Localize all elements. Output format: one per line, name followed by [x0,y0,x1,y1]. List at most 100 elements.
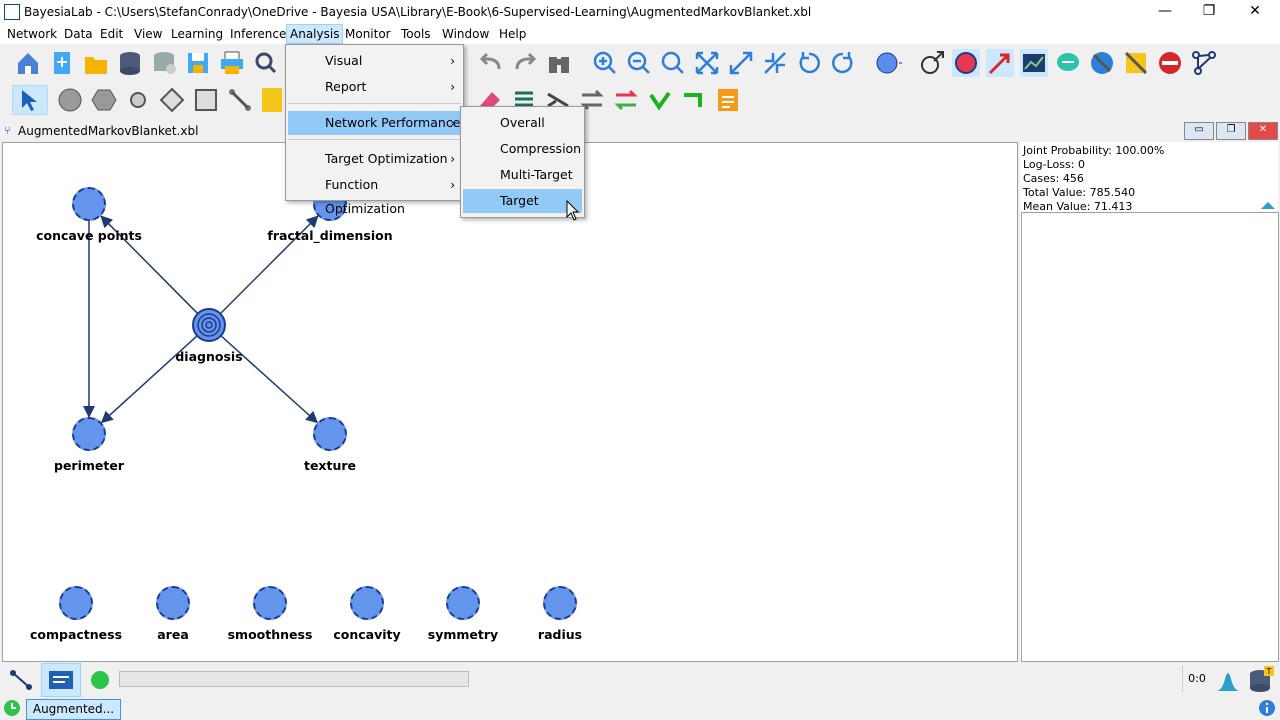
submenu-item-compression[interactable]: Compression [463,137,582,161]
restore-button[interactable]: ❐ [1186,0,1232,24]
node-area[interactable] [156,586,190,620]
binoculars-icon[interactable] [545,49,573,77]
collapse-up-icon[interactable] [1260,200,1276,210]
node-info-arrow-icon[interactable] [918,49,946,77]
monitor-mode-button[interactable] [41,663,81,697]
doc-restore-button[interactable]: ❐ [1216,122,1246,140]
doc-close-button[interactable]: ✕ [1248,122,1278,140]
menu-tools[interactable]: Tools [401,27,431,41]
menu-learning[interactable]: Learning [171,27,223,41]
doc-minimize-button[interactable]: ▭ [1184,122,1214,140]
node-concavity[interactable] [350,586,384,620]
magnifier-dropdown-icon[interactable] [252,49,280,77]
note-tool-icon[interactable] [260,86,282,114]
info-icon[interactable] [1258,699,1276,717]
menu-data[interactable]: Data [64,27,93,41]
diamond-node-icon[interactable] [158,86,186,114]
zoom-in-icon[interactable] [591,49,619,77]
circle-node-icon[interactable] [56,86,84,114]
zoom-out-icon[interactable] [625,49,653,77]
open-folder-icon[interactable] [82,49,110,77]
node-label-compactness: compactness [29,627,123,642]
target-rings-icon [197,313,221,337]
home-icon[interactable] [14,49,42,77]
small-circle-node-icon[interactable] [124,86,152,114]
menu-item-visual[interactable]: Visual › [288,49,461,73]
graph-canvas[interactable]: concave points fractal_dimension diagnosis… [2,142,1018,662]
corner-arc-icon[interactable] [680,86,708,114]
node-perimeter[interactable] [72,417,106,451]
menu-view[interactable]: View [134,27,162,41]
comment-icon[interactable] [1054,49,1082,77]
fit-to-window-icon[interactable] [693,49,721,77]
contract-icon[interactable] [761,49,789,77]
node-diagnosis[interactable] [192,308,226,342]
menu-analysis[interactable]: Analysis [286,24,344,44]
menu-separator [288,103,461,104]
distribution-icon[interactable] [1214,666,1242,692]
square-node-icon[interactable] [192,86,220,114]
menu-edit[interactable]: Edit [100,27,123,41]
title-bar: BayesiaLab - C:\Users\StefanConradу\OneD… [0,0,1280,24]
submenu-item-overall[interactable]: Overall [463,111,582,135]
rotate-right-icon[interactable] [829,49,857,77]
node-style-dropdown-icon[interactable] [875,49,903,77]
menu-item-function-optimization[interactable]: Function Optimization › [288,173,461,216]
node-concave-points[interactable] [72,187,106,221]
info-disabled-icon[interactable] [1088,49,1116,77]
undo-icon[interactable] [477,49,505,77]
menu-monitor[interactable]: Monitor [345,27,391,41]
zoom-reset-icon[interactable] [659,49,687,77]
arc-tool-icon[interactable] [986,49,1014,77]
node-compactness[interactable] [59,586,93,620]
menu-item-target-optimization[interactable]: Target Optimization › [288,147,461,171]
rotate-left-icon[interactable] [795,49,823,77]
network-graph-icon[interactable] [1190,49,1218,77]
menu-item-report[interactable]: Report › [288,75,461,99]
minimize-button[interactable]: — [1142,0,1188,24]
menu-item-network-performance[interactable]: Network Performance › [288,111,461,135]
monitor-list-area[interactable] [1021,212,1279,662]
redo-icon[interactable] [511,49,539,77]
counter-display: 0:0 [1182,666,1211,692]
document-title: AugmentedMarkovBlanket.xbl [18,124,199,138]
new-network-icon[interactable] [48,49,76,77]
no-entry-icon[interactable] [1156,49,1184,77]
submenu-arrow-icon: › [450,116,455,130]
chart-image-icon[interactable] [1020,49,1048,77]
menu-inference[interactable]: Inference [230,27,286,41]
network-file-icon: ⑂ [4,124,11,137]
menu-network[interactable]: Network [7,27,57,41]
node-smoothness[interactable] [253,586,287,620]
database-target-icon[interactable]: T [1248,664,1276,694]
graph-mode-icon[interactable] [8,668,34,692]
submenu-item-target[interactable]: Target [463,189,582,213]
print-icon[interactable] [218,49,246,77]
network-tab-augmented[interactable]: Augmented... [26,699,121,720]
menu-window[interactable]: Window [442,27,489,41]
select-pointer-icon[interactable] [12,85,48,115]
close-button[interactable]: ✕ [1232,0,1278,24]
note-disabled-icon[interactable] [1122,49,1150,77]
check-arc-icon[interactable] [646,86,674,114]
hexagon-node-icon[interactable] [90,86,118,114]
add-note-icon[interactable] [714,86,742,114]
node-radius[interactable] [543,586,577,620]
save-icon[interactable] [184,49,212,77]
node-texture[interactable] [313,417,347,451]
swap-arcs-icon[interactable] [612,86,640,114]
edge-layer [83,215,319,424]
node-symmetry[interactable] [446,586,480,620]
database-link-icon[interactable] [150,49,178,77]
status-bar: Augmented... [0,697,1280,720]
joint-probability-text: Joint Probability: 100.00% [1023,144,1165,157]
node-label-concave-points: concave points [36,228,142,243]
link-tool-icon[interactable] [226,86,254,114]
target-node-icon[interactable] [952,49,980,77]
submenu-item-multi-target[interactable]: Multi-Target [463,163,582,187]
expand-icon[interactable] [727,49,755,77]
mouse-cursor-icon [566,200,580,221]
database-icon[interactable] [116,49,144,77]
menu-bar: Network Data Edit View Learning Inferenc… [0,24,1280,44]
menu-help[interactable]: Help [499,27,526,41]
